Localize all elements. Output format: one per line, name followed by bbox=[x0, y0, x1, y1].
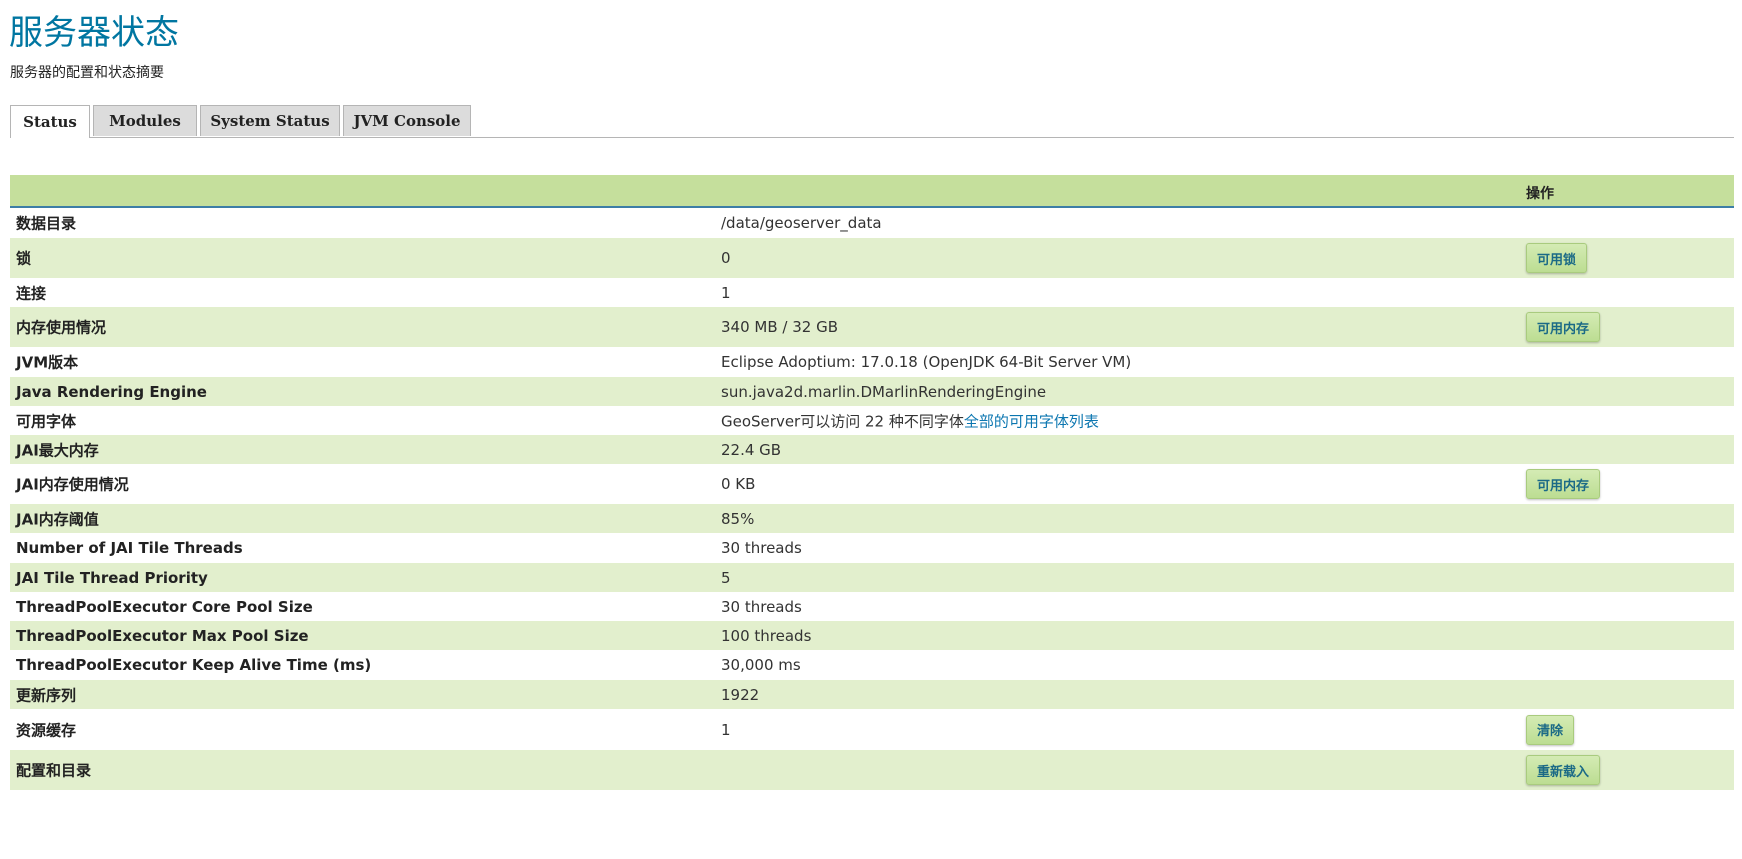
row-connections: 连接 1 bbox=[10, 278, 1734, 307]
row-value: sun.java2d.marlin.DMarlinRenderingEngine bbox=[721, 382, 1047, 401]
row-label: 配置和目录 bbox=[16, 761, 92, 780]
row-value: /data/geoserver_data bbox=[721, 214, 882, 232]
row-label: ThreadPoolExecutor Keep Alive Time (ms) bbox=[16, 656, 372, 674]
free-memory-button[interactable]: 可用内存 bbox=[1526, 312, 1601, 342]
row-label: JAI最大内存 bbox=[16, 441, 99, 459]
row-jai-max-memory: JAI最大内存 22.4 GB bbox=[10, 435, 1734, 464]
tab-jvm-console[interactable]: JVM Console bbox=[343, 105, 471, 136]
row-value: 30 threads bbox=[721, 539, 802, 557]
header-action-label: 操作 bbox=[1526, 186, 1554, 202]
tab-system-status[interactable]: System Status bbox=[200, 105, 340, 136]
table-header: 操作 bbox=[10, 175, 1734, 208]
row-value: 30,000 ms bbox=[721, 656, 801, 674]
row-label: JVM版本 bbox=[16, 353, 79, 372]
row-label: ThreadPoolExecutor Core Pool Size bbox=[16, 597, 313, 616]
status-table: 操作 数据目录 /data/geoserver_data 锁 0 可用锁 连接 … bbox=[10, 175, 1734, 790]
fonts-count-text: GeoServer可以访问 22 种不同字体 bbox=[721, 412, 964, 430]
row-value: 100 threads bbox=[721, 626, 812, 645]
row-label: 更新序列 bbox=[16, 686, 77, 704]
row-label: 连接 bbox=[16, 284, 47, 302]
page-subtitle: 服务器的配置和状态摘要 bbox=[10, 65, 164, 81]
row-label: 内存使用情况 bbox=[16, 318, 107, 337]
row-jai-memory-threshold: JAI内存阈值 85% bbox=[10, 504, 1734, 533]
tab-bar: Status Modules System Status JVM Console bbox=[10, 105, 1734, 138]
row-value: 0 bbox=[721, 249, 731, 267]
row-label: 锁 bbox=[16, 249, 32, 268]
row-value: 5 bbox=[721, 568, 731, 587]
row-value: 1922 bbox=[721, 685, 760, 704]
row-keep-alive-time: ThreadPoolExecutor Keep Alive Time (ms) … bbox=[10, 650, 1734, 680]
row-jai-tile-threads: Number of JAI Tile Threads 30 threads bbox=[10, 533, 1734, 563]
row-value: 22.4 GB bbox=[721, 440, 782, 459]
row-memory-usage: 内存使用情况 340 MB / 32 GB 可用内存 bbox=[10, 307, 1734, 347]
row-value: 0 KB bbox=[721, 475, 756, 493]
page-title: 服务器状态 bbox=[9, 13, 179, 53]
clear-cache-button[interactable]: 清除 bbox=[1526, 714, 1575, 745]
row-value: Eclipse Adoptium: 17.0.18 (OpenJDK 64-Bi… bbox=[721, 353, 1132, 371]
reload-button[interactable]: 重新载入 bbox=[1526, 755, 1601, 785]
row-update-sequence: 更新序列 1922 bbox=[10, 680, 1734, 709]
row-jai-tile-thread-priority: JAI Tile Thread Priority 5 bbox=[10, 563, 1734, 592]
row-java-rendering-engine: Java Rendering Engine sun.java2d.marlin.… bbox=[10, 377, 1734, 406]
row-label: ThreadPoolExecutor Max Pool Size bbox=[16, 626, 309, 645]
row-core-pool-size: ThreadPoolExecutor Core Pool Size 30 thr… bbox=[10, 592, 1734, 621]
row-label: 数据目录 bbox=[16, 214, 77, 233]
row-config-catalog: 配置和目录 重新载入 bbox=[10, 750, 1734, 790]
row-resource-cache: 资源缓存 1 清除 bbox=[10, 709, 1734, 750]
row-value: 340 MB / 32 GB bbox=[721, 318, 838, 336]
row-max-pool-size: ThreadPoolExecutor Max Pool Size 100 thr… bbox=[10, 621, 1734, 650]
row-label: JAI内存阈值 bbox=[16, 510, 99, 528]
row-jvm-version: JVM版本 Eclipse Adoptium: 17.0.18 (OpenJDK… bbox=[10, 347, 1734, 377]
row-value: 30 threads bbox=[721, 597, 802, 616]
row-label: 可用字体 bbox=[16, 412, 77, 430]
row-value: 1 bbox=[721, 283, 731, 302]
row-label: JAI Tile Thread Priority bbox=[16, 568, 208, 587]
free-locks-button[interactable]: 可用锁 bbox=[1526, 243, 1588, 273]
row-available-fonts: 可用字体 GeoServer可以访问 22 种不同字体全部的可用字体列表 bbox=[10, 406, 1734, 435]
row-value: GeoServer可以访问 22 种不同字体全部的可用字体列表 bbox=[721, 410, 1099, 431]
row-jai-memory-usage: JAI内存使用情况 0 KB 可用内存 bbox=[10, 464, 1734, 504]
free-jai-memory-button[interactable]: 可用内存 bbox=[1526, 469, 1601, 499]
tab-status[interactable]: Status bbox=[10, 105, 90, 138]
row-value: 1 bbox=[721, 720, 731, 739]
row-label: 资源缓存 bbox=[16, 721, 77, 739]
row-value: 85% bbox=[721, 509, 755, 528]
row-label: Number of JAI Tile Threads bbox=[16, 539, 243, 557]
row-data-directory: 数据目录 /data/geoserver_data bbox=[10, 208, 1734, 238]
row-label: Java Rendering Engine bbox=[16, 382, 207, 401]
tab-modules[interactable]: Modules bbox=[93, 105, 197, 136]
row-locks: 锁 0 可用锁 bbox=[10, 238, 1734, 278]
row-label: JAI内存使用情况 bbox=[16, 475, 129, 494]
font-list-link[interactable]: 全部的可用字体列表 bbox=[964, 412, 1099, 430]
